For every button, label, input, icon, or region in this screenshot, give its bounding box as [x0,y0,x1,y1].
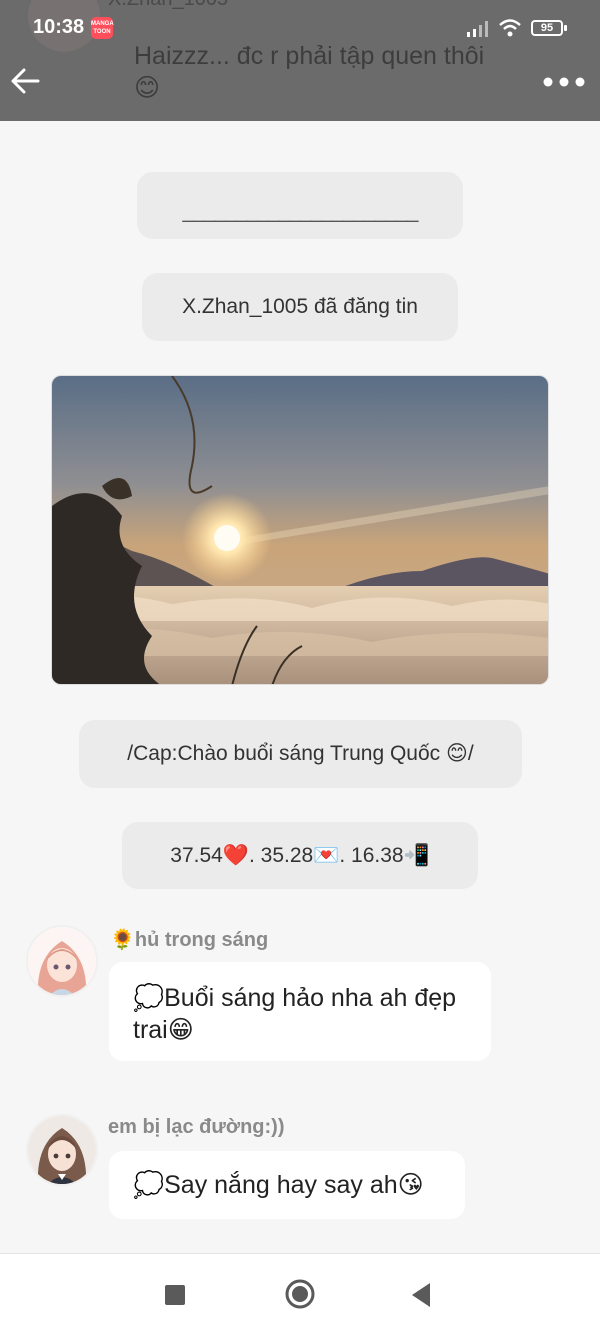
wifi-icon [499,19,521,37]
comment-bubble-2[interactable]: 💭Say nắng hay say ah😘 [109,1151,465,1219]
more-dots-icon[interactable] [540,70,588,94]
commenter-avatar-1[interactable] [26,925,98,997]
mangatoon-app-icon: MANGA TOON [91,17,114,39]
status-bar: 10:38 MANGA TOON 95 [0,0,600,56]
battery-indicator: 95 [531,20,567,36]
commenter-avatar-2[interactable] [26,1114,98,1186]
home-circle-icon[interactable] [284,1278,316,1310]
signal-icon [467,21,488,37]
back-triangle-icon[interactable] [410,1282,432,1308]
sunrise-image [52,376,548,684]
separator-chip: ______________________ [137,172,463,239]
comment-bubble-1[interactable]: 💭Buổi sáng hảo nha ah đẹp trai😁 [109,962,491,1061]
commenter-name-1[interactable]: 🌻hủ trong sáng [110,927,268,952]
caption-chip: /Cap:Chào buổi sáng Trung Quốc 😊/ [79,720,522,788]
back-arrow-icon[interactable] [10,64,40,98]
sunrise-photo[interactable] [51,375,549,685]
recent-apps-square-icon[interactable] [165,1285,185,1305]
anime-girl-avatar-icon [28,927,96,995]
commenter-name-2[interactable]: em bị lạc đường:)) [108,1116,284,1139]
anime-girl-avatar-icon [28,1116,96,1184]
stats-chip: 37.54❤️. 35.28💌. 16.38📲 [122,822,478,889]
post-notice-chip: X.Zhan_1005 đã đăng tin [142,273,458,341]
system-nav-bar [0,1253,600,1334]
status-time: 10:38 [33,16,85,38]
top-header: X.Zhan_1005 Haizzz... đc r phải tập quen… [0,0,600,121]
